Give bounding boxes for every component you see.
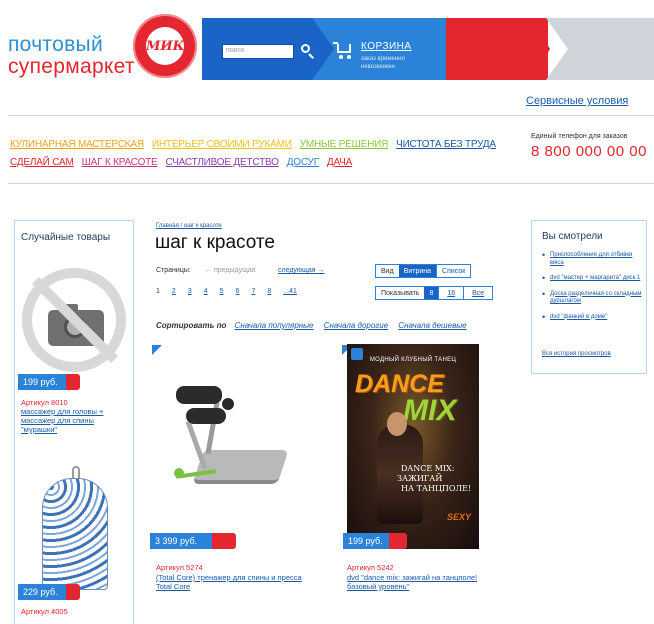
show-16-button[interactable]: 16 [438,287,463,299]
viewed-list: Приспособления для отбивки мяса dvd "мас… [542,252,642,329]
show-label: Показывать [381,290,420,297]
page-number[interactable]: 2 [172,288,176,295]
header-bar-grey [546,18,654,80]
service-terms-link[interactable]: Сервисные условия [526,95,628,107]
category-nav: КУЛИНАРНАЯ МАСТЕРСКАЯ ИНТЕРЬЕР СВОИМИ РУК… [10,136,515,172]
price-tag: 229 руб. [18,584,80,600]
product-link[interactable]: (Total Core) тренажер для спины и пресса… [156,573,316,591]
page-title: шаг к красоте [155,232,275,253]
view-label: Вид [381,268,394,275]
list-item: Доска разделочная со складным дуршлагом [542,291,642,306]
divider [8,115,654,116]
category-link[interactable]: КУЛИНАРНАЯ МАСТЕРСКАЯ [10,139,144,150]
dvd-subtitle-1: DANCE MIX: [401,464,455,473]
viewed-link[interactable]: Приспособления для отбивки мяса [550,252,632,266]
sort-cheap[interactable]: Сначала дешевые [398,321,466,330]
list-item: Приспособления для отбивки мяса [542,252,642,267]
card-corner [152,345,162,355]
cart-status: заказ временно невозможен [361,56,405,70]
category-link[interactable]: ДАЧА [327,157,352,168]
page-number[interactable]: 5 [220,288,224,295]
page-number[interactable]: 6 [236,288,240,295]
view-history-link[interactable]: Вся история просмотров [542,351,611,357]
view-grid-button[interactable]: Витрина [398,265,437,277]
price-tag: 199 руб. [343,533,407,549]
category-link[interactable]: ДОСУГ [287,157,319,168]
product-link[interactable]: массажер для головы + массажер для спины… [21,407,125,434]
category-link[interactable]: ИНТЕРЬЕР СВОИМИ РУКАМИ [152,139,292,150]
category-link[interactable]: УМНЫЕ РЕШЕНИЯ [300,139,389,150]
list-item: dvd "мастер + маргарита" диск 1 [542,275,642,283]
dvd-mix-text: MIX [403,394,457,427]
price: 3 399 руб. [155,536,198,546]
prev-page: ← предыдущая [205,267,256,274]
price: 199 руб. [348,536,383,546]
page-number[interactable]: 3 [188,288,192,295]
garment-bag-image[interactable] [38,466,112,590]
sort-expensive[interactable]: Сначала дорогие [324,321,388,330]
divider [8,183,654,184]
category-link[interactable]: СДЕЛАЙ САМ [10,157,74,168]
category-link[interactable]: ЧИСТОТА БЕЗ ТРУДА [396,139,496,150]
dvd-subtitle-3: НА ТАНЦПОЛЕ! [401,484,472,493]
category-link[interactable]: СЧАСТЛИВОЕ ДЕТСТВО [166,157,279,168]
viewed-title: Вы смотрели [542,231,603,242]
view-toggle: Вид Витрина Список [375,264,472,278]
viewed-link[interactable]: dvd "фанкий в доме" [550,314,607,320]
per-page-toggle: Показывать 8 16 Все [375,286,494,300]
page-number[interactable]: 7 [251,288,255,295]
page-number: 1 [156,288,160,295]
dvd-subtitle-2: ЗАЖИГАЙ [397,474,443,483]
price-tag: 3 399 руб. [150,533,236,549]
no-image-icon[interactable] [22,268,126,380]
brand-seal: МИКС [133,14,197,78]
view-list-button[interactable]: Список [436,265,470,277]
page-number[interactable]: ...41 [283,288,297,295]
show-8-button[interactable]: 8 [424,287,439,299]
product-link[interactable]: dvd "dance mix: зажигай на танцполе! баз… [347,573,507,591]
pagination: 1 2 3 4 5 6 7 8 ...41 [156,288,309,295]
random-products-title: Случайные товары [21,232,111,243]
pages-label: Страницы: [156,267,191,274]
cart-icon[interactable] [333,40,355,60]
viewed-link[interactable]: dvd "мастер + маргарита" диск 1 [550,275,640,281]
viewed-link[interactable]: Доска разделочная со складным дуршлагом [550,291,641,305]
list-item: dvd "фанкий в доме" [542,314,642,322]
article-number: Артикул 8010 [21,398,68,407]
article-number: Артикул 5274 [156,563,203,572]
dvd-sexy-text: SEXY [447,512,472,522]
logo-line-2: супермаркет [8,55,135,78]
site-header: почтовый супермаркет МИКС поиск КОРЗИНА … [0,0,654,88]
price: 199 руб. [23,377,58,387]
seal-text: МИКС [146,39,195,54]
phone-number: 8 800 000 00 00 [531,143,647,160]
cart-link[interactable]: КОРЗИНА [361,41,412,52]
article-number: Артикул 5242 [347,563,394,572]
page-number[interactable]: 8 [267,288,271,295]
page-number[interactable]: 4 [204,288,208,295]
sort-bar: Сортировать по Сначала популярные Сначал… [156,321,475,330]
search-icon[interactable] [298,42,316,60]
search-input[interactable]: поиск [222,44,294,59]
logo-line-1: почтовый [8,33,103,56]
price-tag: 199 руб. [18,374,80,390]
breadcrumb[interactable]: Главная / шаг к красоте [156,223,222,229]
dvd-top-text: МОДНЫЙ КЛУБНЫЙ ТАНЕЦ [369,357,457,363]
sort-label: Сортировать по [156,321,227,330]
article-number: Артикул 4005 [21,607,68,616]
category-link[interactable]: ШАГ К КРАСОТЕ [82,157,158,168]
show-all-button[interactable]: Все [463,287,492,299]
site-logo[interactable]: почтовый супермаркет [8,34,138,77]
trainer-image[interactable] [158,372,308,512]
phone-label: Единый телефон для заказов [531,133,628,140]
sort-popular[interactable]: Сначала популярные [235,321,314,330]
dvd-cover-image[interactable]: МОДНЫЙ КЛУБНЫЙ ТАНЕЦ DANCE MIX DANCE MIX… [347,344,479,549]
price: 229 руб. [23,587,58,597]
next-page-link[interactable]: следующая → [278,267,325,274]
